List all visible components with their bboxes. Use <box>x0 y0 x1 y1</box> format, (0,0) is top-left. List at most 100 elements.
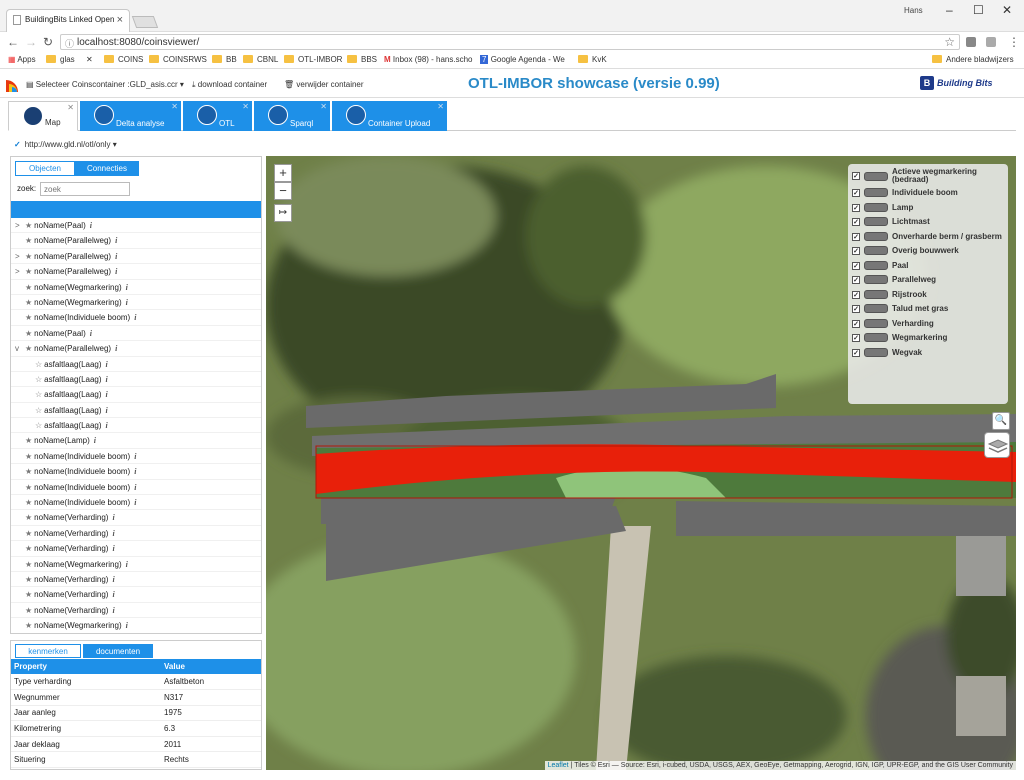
tab-map[interactable]: Map ✕ <box>8 101 78 131</box>
legend-item[interactable]: ✓ Paal <box>852 261 1002 275</box>
tab-documenten[interactable]: documenten <box>83 644 153 658</box>
close-tab-icon[interactable]: × <box>117 14 123 26</box>
info-icon[interactable]: i <box>106 418 112 430</box>
tree-item[interactable]: ★ noName(Individuele boom) i <box>11 464 261 480</box>
map-view[interactable]: + − ↦ ✓ Actieve wegmarkering (bedraad) ✓ In… <box>266 156 1016 770</box>
legend-item[interactable]: ✓ Verharding <box>852 319 1002 333</box>
tree-item[interactable]: ☆ asfaltlaag(Laag) i <box>11 403 261 419</box>
bookmark-agenda[interactable]: 7 Google Agenda - We <box>480 55 565 64</box>
map-search-button[interactable]: 🔍 <box>992 412 1010 430</box>
select-container-dropdown[interactable]: ▤ Selecteer Coinscontainer :GLD_asis.ccr… <box>26 80 184 89</box>
tree-item[interactable]: ★ noName(Verharding) i <box>11 572 261 588</box>
menu-icon[interactable]: ⋮ <box>1008 35 1020 49</box>
layer-checkbox[interactable]: ✓ <box>852 172 860 180</box>
bookmark-bb[interactable]: BB <box>212 55 237 64</box>
legend-item[interactable]: ✓ Wegvak <box>852 348 1002 362</box>
layer-checkbox[interactable]: ✓ <box>852 188 860 197</box>
info-icon[interactable]: i <box>134 449 140 461</box>
info-icon[interactable]: i <box>134 495 140 507</box>
tree-item[interactable]: ★ noName(Lamp) i <box>11 433 261 449</box>
tree-item[interactable]: ☆ asfaltlaag(Laag) i <box>11 387 261 403</box>
legend-item[interactable]: ✓ Overig bouwwerk <box>852 246 1002 260</box>
layer-checkbox[interactable]: ✓ <box>852 217 860 226</box>
layers-control-icon[interactable] <box>984 432 1010 458</box>
tree-item[interactable]: > ★ noName(Paal) i <box>11 218 261 234</box>
fit-bounds-button[interactable]: ↦ <box>274 204 292 222</box>
bookmark-coins-icon[interactable]: ✕ <box>86 55 93 64</box>
window-close-icon[interactable]: ✕ <box>1002 3 1012 17</box>
layer-checkbox[interactable]: ✓ <box>852 275 860 284</box>
tree-item[interactable]: ★ noName(Individuele boom) i <box>11 495 261 511</box>
info-icon[interactable]: i <box>112 572 118 584</box>
info-icon[interactable]: i <box>115 233 121 245</box>
legend-item[interactable]: ✓ Individuele boom <box>852 188 1002 202</box>
info-icon[interactable]: i <box>90 218 96 230</box>
bookmark-coinsrws[interactable]: COINSRWS <box>149 55 207 64</box>
tree-item[interactable]: ★ noName(Verharding) i <box>11 587 261 603</box>
browser-tab[interactable]: BuildingBits Linked Open × <box>6 9 130 32</box>
forward-icon[interactable]: → <box>25 35 37 49</box>
bookmark-otl-imbor[interactable]: OTL-IMBOR <box>284 55 342 64</box>
info-icon[interactable]: i <box>115 249 121 261</box>
layer-checkbox[interactable]: ✓ <box>852 246 860 255</box>
tree-item[interactable]: ☆ asfaltlaag(Laag) i <box>11 418 261 434</box>
info-icon[interactable]: i <box>112 587 118 599</box>
layer-checkbox[interactable]: ✓ <box>852 203 860 212</box>
tab-delta-analyse[interactable]: Delta analyse ✕ <box>80 101 181 131</box>
bookmark-glas[interactable]: glas <box>46 55 75 64</box>
maximize-icon[interactable]: ☐ <box>973 3 984 17</box>
legend-item[interactable]: ✓ Onverharde berm / grasberm <box>852 232 1002 246</box>
tree-item[interactable]: ★ noName(Verharding) i <box>11 510 261 526</box>
profile-name[interactable]: Hans <box>904 6 923 15</box>
layer-checkbox[interactable]: ✓ <box>852 290 860 299</box>
layer-checkbox[interactable]: ✓ <box>852 333 860 342</box>
leaflet-link[interactable]: Leaflet <box>548 762 569 769</box>
tab-connecties[interactable]: Connecties <box>75 161 139 176</box>
tab-otl[interactable]: OTL ✕ <box>183 101 252 131</box>
info-icon[interactable]: i <box>115 341 121 353</box>
legend-item[interactable]: ✓ Wegmarkering <box>852 333 1002 347</box>
info-icon[interactable]: ⓘ <box>65 37 74 50</box>
bookmark-bbs[interactable]: BBS <box>347 55 377 64</box>
expand-arrow-icon[interactable]: > <box>15 264 20 279</box>
bookmark-cbnl[interactable]: CBNL <box>243 55 278 64</box>
bookmark-inbox[interactable]: M Inbox (98) - hans.scho <box>384 55 473 64</box>
layer-checkbox[interactable]: ✓ <box>852 261 860 270</box>
tree-item[interactable]: > ★ noName(Parallelweg) i <box>11 249 261 265</box>
tree-item[interactable]: ★ noName(Individuele boom) i <box>11 310 261 326</box>
bookmark-coins[interactable]: COINS <box>104 55 143 64</box>
zoom-out-button[interactable]: − <box>274 182 292 200</box>
expand-arrow-icon[interactable]: > <box>15 218 20 233</box>
legend-item[interactable]: ✓ Talud met gras <box>852 304 1002 318</box>
download-container-button[interactable]: ⤓ download container <box>192 80 267 90</box>
zoom-in-button[interactable]: + <box>274 164 292 182</box>
expand-arrow-icon[interactable]: > <box>15 249 20 264</box>
tree-item[interactable]: ★ noName(Verharding) i <box>11 526 261 542</box>
legend-item[interactable]: ✓ Lichtmast <box>852 217 1002 231</box>
info-icon[interactable]: i <box>134 464 140 476</box>
bookmark-kvk[interactable]: KvK <box>578 55 607 64</box>
tree-item[interactable]: ★ noName(Individuele boom) i <box>11 480 261 496</box>
search-input[interactable] <box>40 182 130 196</box>
tab-sparql[interactable]: Sparql ✕ <box>254 101 330 131</box>
tree-item[interactable]: ★ noName(Paal) i <box>11 326 261 342</box>
info-icon[interactable]: i <box>112 526 118 538</box>
namespace-selector[interactable]: ✓ http://www.gld.nl/otl/only ▾ <box>14 140 117 149</box>
tree-item[interactable]: ☆ asfaltlaag(Laag) i <box>11 372 261 388</box>
info-icon[interactable]: i <box>112 541 118 553</box>
tree-item[interactable]: ★ noName(Verharding) i <box>11 603 261 619</box>
layer-checkbox[interactable]: ✓ <box>852 232 860 241</box>
info-icon[interactable]: i <box>115 264 121 276</box>
info-icon[interactable]: i <box>112 510 118 522</box>
info-icon[interactable]: i <box>106 372 112 384</box>
legend-item[interactable]: ✓ Lamp <box>852 203 1002 217</box>
tab-objecten[interactable]: Objecten <box>15 161 75 176</box>
tree-item[interactable]: ★ noName(Verharding) i <box>11 541 261 557</box>
tree-item[interactable]: ★ noName(Wegmarkering) i <box>11 618 261 633</box>
back-icon[interactable]: ← <box>7 35 19 49</box>
tree-item[interactable]: ★ noName(Wegmarkering) i <box>11 295 261 311</box>
info-icon[interactable]: i <box>112 603 118 615</box>
bookmark-other[interactable]: Andere bladwijzers <box>932 55 1014 64</box>
tab-kenmerken[interactable]: kenmerken <box>15 644 81 658</box>
tab-container-upload[interactable]: Container Upload ✕ <box>332 101 447 131</box>
